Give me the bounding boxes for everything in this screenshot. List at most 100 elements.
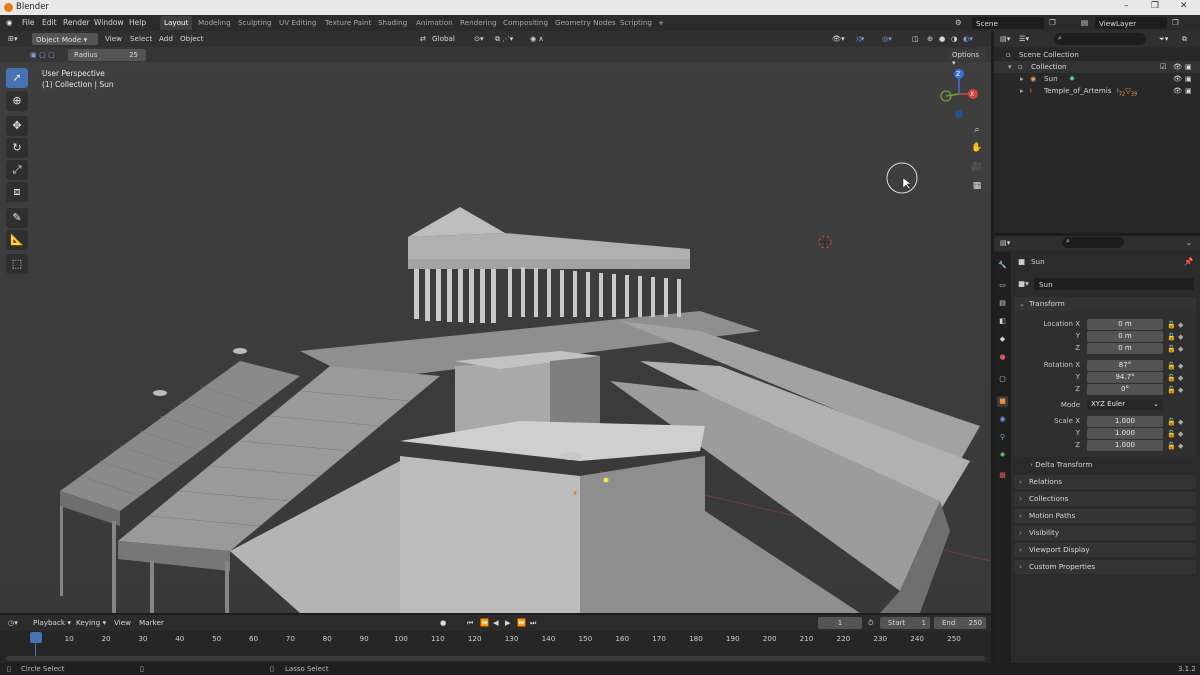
location-x-field[interactable]: 0 m <box>1087 319 1163 330</box>
rotation-mode-dropdown[interactable]: XYZ Euler ⌄ <box>1087 399 1163 410</box>
camera-icon[interactable]: ▣ <box>1185 62 1192 71</box>
menu-edit[interactable]: Edit <box>42 18 57 27</box>
rotation-x-field[interactable]: 87° <box>1087 360 1163 371</box>
scale-x-field[interactable]: 1.000 <box>1087 416 1163 427</box>
output-tab-icon[interactable]: ▤ <box>997 298 1008 309</box>
relations-panel-header[interactable]: › Relations <box>1014 475 1196 489</box>
tab-animation[interactable]: Animation <box>412 16 457 30</box>
menu-add[interactable]: Add <box>159 34 173 43</box>
shading-rendered-icon[interactable]: ◐▾ <box>963 34 973 43</box>
outliner-row-temple[interactable]: ▸ ⟊ Temple_of_Artemis ⟊72▽39 👁 ▣ <box>994 85 1200 97</box>
overlay-toggle-icon[interactable]: ◎▾ <box>882 34 892 43</box>
tab-scripting[interactable]: Scripting <box>616 16 656 30</box>
lock-icon[interactable]: 🔓 ◆ <box>1167 428 1183 440</box>
menu-marker[interactable]: Marker <box>139 618 164 627</box>
menu-select[interactable]: Select <box>130 34 152 43</box>
object-tab-icon[interactable]: ■ <box>997 396 1008 407</box>
playhead[interactable] <box>30 632 42 643</box>
collection-tab-icon[interactable]: ▢ <box>997 374 1008 385</box>
expand-arrow-icon[interactable]: ▸ <box>1020 74 1024 83</box>
tab-modeling[interactable]: Modeling <box>194 16 235 30</box>
menu-playback[interactable]: Playback ▾ <box>33 618 71 627</box>
new-collection-icon[interactable]: ⧉ <box>1182 34 1187 44</box>
tab-sculpting[interactable]: Sculpting <box>234 16 276 30</box>
scene-selector[interactable]: Scene <box>972 17 1044 29</box>
zoom-icon[interactable]: ⌕ <box>970 123 984 137</box>
camera-icon[interactable]: ▣ <box>1185 74 1192 83</box>
delta-transform-header[interactable]: › Delta Transform <box>1030 460 1092 469</box>
menu-help[interactable]: Help <box>129 18 146 27</box>
eye-icon[interactable]: 👁 <box>1173 74 1182 83</box>
3d-viewport[interactable]: ⊞▾ Object Mode ▾ View Select Add Object … <box>0 31 991 613</box>
start-frame-field[interactable]: Start 1 <box>880 617 930 629</box>
outliner-search-input[interactable]: ⌕ <box>1054 33 1146 45</box>
snap-icon[interactable]: ⧉ ⋰▾ <box>495 34 513 44</box>
physics-tab-icon[interactable]: ◉ <box>997 414 1008 425</box>
mode-selector[interactable]: Object Mode ▾ <box>32 33 98 45</box>
timeline-scrollbar[interactable] <box>6 656 985 661</box>
lock-icon[interactable]: 🔓 ◆ <box>1167 440 1183 452</box>
constraints-tab-icon[interactable]: ⚲ <box>997 432 1008 443</box>
cursor-tool-icon[interactable]: ⊕ <box>6 91 28 111</box>
annotate-tool-icon[interactable]: ✎ <box>6 208 28 228</box>
transform-panel-header[interactable]: ⌄ Transform <box>1014 297 1196 311</box>
stopwatch-icon[interactable]: ⏱ <box>868 618 874 628</box>
lock-icon[interactable]: 🔓 ◆ <box>1167 384 1183 396</box>
editor-type-icon[interactable]: ⊞▾ <box>8 34 18 43</box>
viewport-display-panel-header[interactable]: › Viewport Display <box>1014 543 1196 557</box>
scale-z-field[interactable]: 1.000 <box>1087 440 1163 451</box>
options-dropdown[interactable]: Options ▾ <box>948 49 986 67</box>
lock-icon[interactable]: 🔓 ◆ <box>1167 360 1183 372</box>
texture-tab-icon[interactable]: ▩ <box>997 470 1008 481</box>
orientation-selector[interactable]: Global <box>432 34 455 43</box>
collections-panel-header[interactable]: › Collections <box>1014 492 1196 506</box>
menu-window[interactable]: Window <box>94 18 124 27</box>
lock-icon[interactable]: 🔓 ◆ <box>1167 343 1183 355</box>
checkbox-icon[interactable]: ☑ <box>1160 62 1166 71</box>
record-icon[interactable]: ● <box>440 618 446 627</box>
minimize-button[interactable]: – <box>1124 1 1129 11</box>
camera-view-icon[interactable]: 🎥 <box>970 160 984 174</box>
jump-keyframe-back-icon[interactable]: ⏪ <box>480 618 489 627</box>
visibility-icon[interactable]: 👁▾ <box>832 34 845 43</box>
scene-tab-icon[interactable]: ◆ <box>997 334 1008 345</box>
scale-y-field[interactable]: 1.000 <box>1087 428 1163 439</box>
proportional-edit-icon[interactable]: ◉ ∧ <box>530 34 544 43</box>
tab-geometry-nodes[interactable]: Geometry Nodes <box>551 16 620 30</box>
lock-icon[interactable]: 🔓 ◆ <box>1167 372 1183 384</box>
blender-menu-icon[interactable]: ◉ <box>6 18 13 27</box>
menu-keying[interactable]: Keying ▾ <box>76 618 106 627</box>
object-data-tab-icon[interactable]: ✹ <box>997 450 1008 461</box>
render-tab-icon[interactable]: ▭ <box>997 280 1008 291</box>
world-tab-icon[interactable]: ● <box>997 352 1008 363</box>
timeline-editor-icon[interactable]: ◷▾ <box>8 618 18 627</box>
outliner-row-scene-collection[interactable]: ▫ Scene Collection <box>994 49 1200 61</box>
jump-end-icon[interactable]: ⏭ <box>530 618 536 628</box>
visibility-panel-header[interactable]: › Visibility <box>1014 526 1196 540</box>
new-view-layer-icon[interactable]: ❐ <box>1172 18 1179 27</box>
rotation-z-field[interactable]: 0° <box>1087 384 1163 395</box>
jump-start-icon[interactable]: ⏮ <box>467 618 473 628</box>
play-icon[interactable]: ▶ <box>505 618 511 627</box>
rotate-tool-icon[interactable]: ↻ <box>6 138 28 158</box>
display-mode-icon[interactable]: ☰▾ <box>1019 34 1029 43</box>
outliner-row-collection[interactable]: ▾ ▫ Collection ☑ 👁 ▣ <box>994 61 1200 73</box>
menu-object[interactable]: Object <box>180 34 203 43</box>
select-mode-icons[interactable]: ▣ ▢ ▢ <box>30 50 55 59</box>
lock-icon[interactable]: 🔓 ◆ <box>1167 319 1183 331</box>
menu-file[interactable]: File <box>22 18 35 27</box>
current-frame-field[interactable]: 1 <box>818 617 862 629</box>
shading-material-icon[interactable]: ◑ <box>951 34 957 43</box>
eye-icon[interactable]: 👁 <box>1173 62 1182 71</box>
object-name-field[interactable]: Sun <box>1034 278 1194 290</box>
measure-tool-icon[interactable]: 📐 <box>6 230 28 250</box>
add-cube-tool-icon[interactable]: ⬚ <box>6 254 28 274</box>
tool-tab-icon[interactable]: 🔧 <box>997 260 1008 271</box>
orientation-icon[interactable]: ⇄ <box>420 34 426 43</box>
menu-view[interactable]: View <box>105 34 122 43</box>
outliner-row-sun[interactable]: ▸ ◉ Sun ✹ 👁 ▣ <box>994 73 1200 85</box>
outliner-editor-icon[interactable]: ▤▾ <box>1000 34 1010 43</box>
tab-uv-editing[interactable]: UV Editing <box>275 16 321 30</box>
jump-keyframe-forward-icon[interactable]: ⏩ <box>517 618 526 627</box>
tab-rendering[interactable]: Rendering <box>456 16 501 30</box>
